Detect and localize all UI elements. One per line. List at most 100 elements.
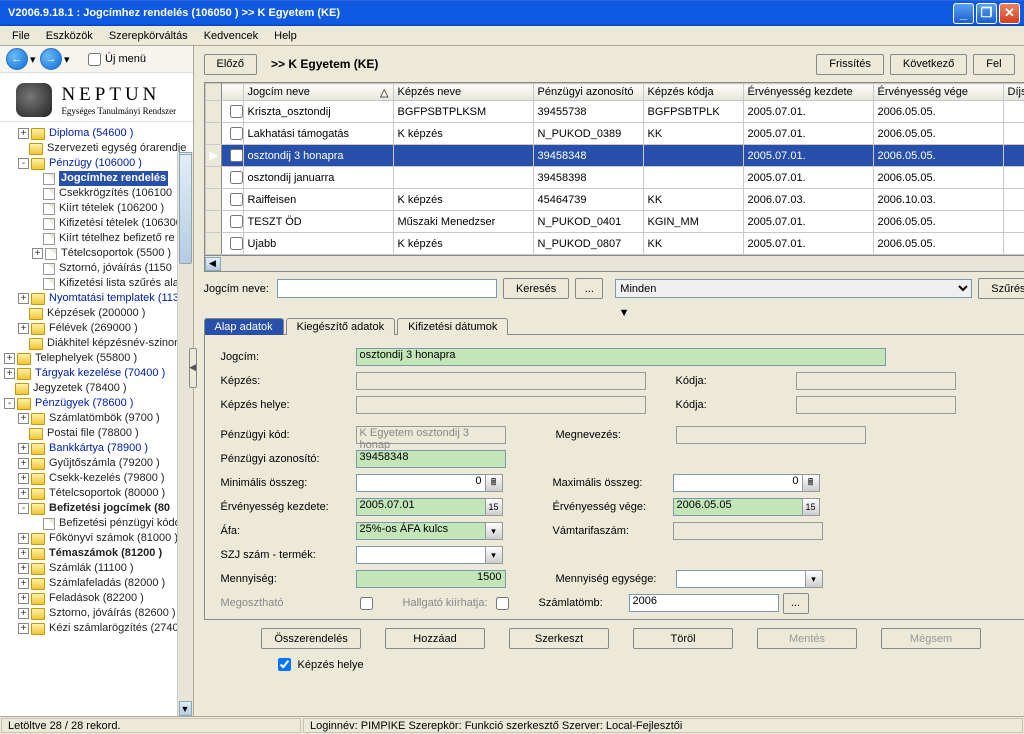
tree-item[interactable]: +Feladások (82200 ) [2,591,193,606]
tree-item[interactable]: Diákhitel képzésnév-szinoním [2,336,193,351]
tree-item[interactable]: +Sztorno, jóváírás (82600 ) [2,606,193,621]
maximize-button[interactable]: ❐ [976,3,997,24]
menu-file[interactable]: File [4,28,38,44]
sidebar-scrollbar[interactable]: ▲ ▼ [177,152,193,716]
search-dots-button[interactable]: ... [575,278,603,299]
scroll-down-icon[interactable]: ▼ [179,701,192,716]
szamlatomb-field[interactable]: 2006 [629,594,779,612]
tree-item[interactable]: +Telephelyek (55800 ) [2,351,193,366]
max-field[interactable]: 0 [673,474,803,492]
tree-expand-icon[interactable]: + [18,413,29,424]
table-row[interactable]: Kriszta_osztondijBGFPSBTPLKSM39455738BGF… [205,101,1024,123]
scroll-thumb[interactable] [179,154,192,264]
megoszt-checkbox[interactable] [360,597,373,610]
assign-button[interactable]: Összerendelés [261,628,361,649]
menu-fav[interactable]: Kedvencek [196,28,266,44]
tree-item[interactable]: +Félévek (269000 ) [2,321,193,336]
table-row[interactable]: Lakhatási támogatásK képzésN_PUKOD_0389K… [205,123,1024,145]
col-header[interactable]: Képzés kódja [643,84,743,101]
tree-item[interactable]: +Gyűjtőszámla (79200 ) [2,456,193,471]
tree-item[interactable]: +Bankkártya (78900 ) [2,441,193,456]
col-header[interactable]: Díjsz [1003,84,1024,101]
col-header[interactable]: Érvényesség vége [873,84,1003,101]
tree-expand-icon[interactable]: + [4,353,15,364]
tree-expand-icon[interactable]: + [18,458,29,469]
col-header[interactable]: Képzés neve [393,84,533,101]
prev-button[interactable]: Előző [204,54,258,75]
szamlatomb-browse-button[interactable]: ... [783,593,809,614]
minimize-button[interactable]: _ [953,3,974,24]
col-header[interactable]: Érvényesség kezdete [743,84,873,101]
hsplitter-icon[interactable]: ▼ [204,307,1024,317]
tree-expand-icon[interactable]: + [18,293,29,304]
tree-item[interactable]: +Tárgyak kezelése (70400 ) [2,366,193,381]
grid-hscroll[interactable]: ◀ ▶ [204,256,1024,272]
add-button[interactable]: Hozzáad [385,628,485,649]
tree-expand-icon[interactable]: + [18,128,29,139]
tree-item[interactable]: +Tételcsoportok (80000 ) [2,486,193,501]
table-row[interactable]: TESZT ÖDMűszaki MenedzserN_PUKOD_0401KGI… [205,211,1024,233]
col-header[interactable]: Jogcím neve △ [243,84,393,101]
menu-role[interactable]: Szerepkörváltás [101,28,196,44]
tree-expand-icon[interactable]: + [18,578,29,589]
hscroll-left-icon[interactable]: ◀ [205,257,221,271]
row-checkbox[interactable] [221,189,243,211]
row-checkbox[interactable] [221,211,243,233]
tree-item[interactable]: Postai file (78800 ) [2,426,193,441]
erv-kezd-field[interactable]: 2005.07.01 [356,498,486,516]
tree-item[interactable]: Kiírt tételek (106200 ) [2,201,193,216]
edit-button[interactable]: Szerkeszt [509,628,609,649]
erv-vege-field[interactable]: 2006.05.05 [673,498,803,516]
new-menu-checkbox[interactable] [88,53,101,66]
next-button[interactable]: Következő [890,54,967,75]
tree-item[interactable]: Csekkrögzítés (106100 [2,186,193,201]
tree-item[interactable]: Szervezeti egység órarendje [2,141,193,156]
tree-item[interactable]: +Főkönyvi számok (81000 ) [2,531,193,546]
tree-expand-icon[interactable]: + [18,533,29,544]
tree-item[interactable]: Kifizetési tételek (106300 [2,216,193,231]
tree-expand-icon[interactable]: + [18,323,29,334]
tree-expand-icon[interactable]: - [4,398,15,409]
hallgato-checkbox[interactable] [496,597,509,610]
row-checkbox[interactable] [221,233,243,255]
grid-checkbox-header[interactable] [221,84,243,101]
kepzes-helye-checkbox[interactable] [278,658,291,671]
tree-item[interactable]: Képzések (200000 ) [2,306,193,321]
max-calc-icon[interactable]: 🖩 [802,474,820,492]
tab-basic[interactable]: Alap adatok [204,318,284,335]
data-grid[interactable]: Jogcím neve △Képzés nevePénzügyi azonosí… [204,82,1024,256]
tree-item[interactable]: +Csekk-kezelés (79800 ) [2,471,193,486]
tree-expand-icon[interactable]: + [18,593,29,604]
tree-expand-icon[interactable]: + [4,368,15,379]
afa-drop-icon[interactable]: ▾ [485,522,503,540]
tree-item[interactable]: +Számlatömbök (9700 ) [2,411,193,426]
tree-expand-icon[interactable]: - [18,158,29,169]
tree-item[interactable]: Kifizetési lista szűrés alap [2,276,193,291]
menu-help[interactable]: Help [266,28,305,44]
szj-field[interactable] [356,546,486,564]
save-button[interactable]: Mentés [757,628,857,649]
menny-egys-drop-icon[interactable]: ▾ [805,570,823,588]
tree-expand-icon[interactable]: + [18,443,29,454]
cancel-button[interactable]: Mégsem [881,628,981,649]
menu-tools[interactable]: Eszközök [38,28,101,44]
splitter-handle[interactable]: ◀ [189,348,197,388]
row-checkbox[interactable] [221,123,243,145]
table-row[interactable]: ▶osztondij 3 honapra394583482005.07.01.2… [205,145,1024,167]
row-checkbox[interactable] [221,167,243,189]
tab-dates[interactable]: Kifizetési dátumok [397,318,508,335]
tree-expand-icon[interactable]: + [18,488,29,499]
tree-item[interactable]: +Témaszámok (81200 ) [2,546,193,561]
tree-item[interactable]: +Számlák (11100 ) [2,561,193,576]
tree-expand-icon[interactable]: + [18,623,29,634]
tree-expand-icon[interactable]: + [18,548,29,559]
menny-egys-field[interactable] [676,570,806,588]
tree-item[interactable]: +Nyomtatási templatek (11300 [2,291,193,306]
col-header[interactable]: Pénzügyi azonosító [533,84,643,101]
filter-select[interactable]: Minden [615,279,972,298]
penzugyi-azon-field[interactable]: 39458348 [356,450,506,468]
close-button[interactable]: ✕ [999,3,1020,24]
forward-button[interactable]: → [40,48,62,70]
tree-item[interactable]: Jogcímhez rendelés [2,171,193,186]
tree-item[interactable]: Kiírt tételhez befizető re [2,231,193,246]
